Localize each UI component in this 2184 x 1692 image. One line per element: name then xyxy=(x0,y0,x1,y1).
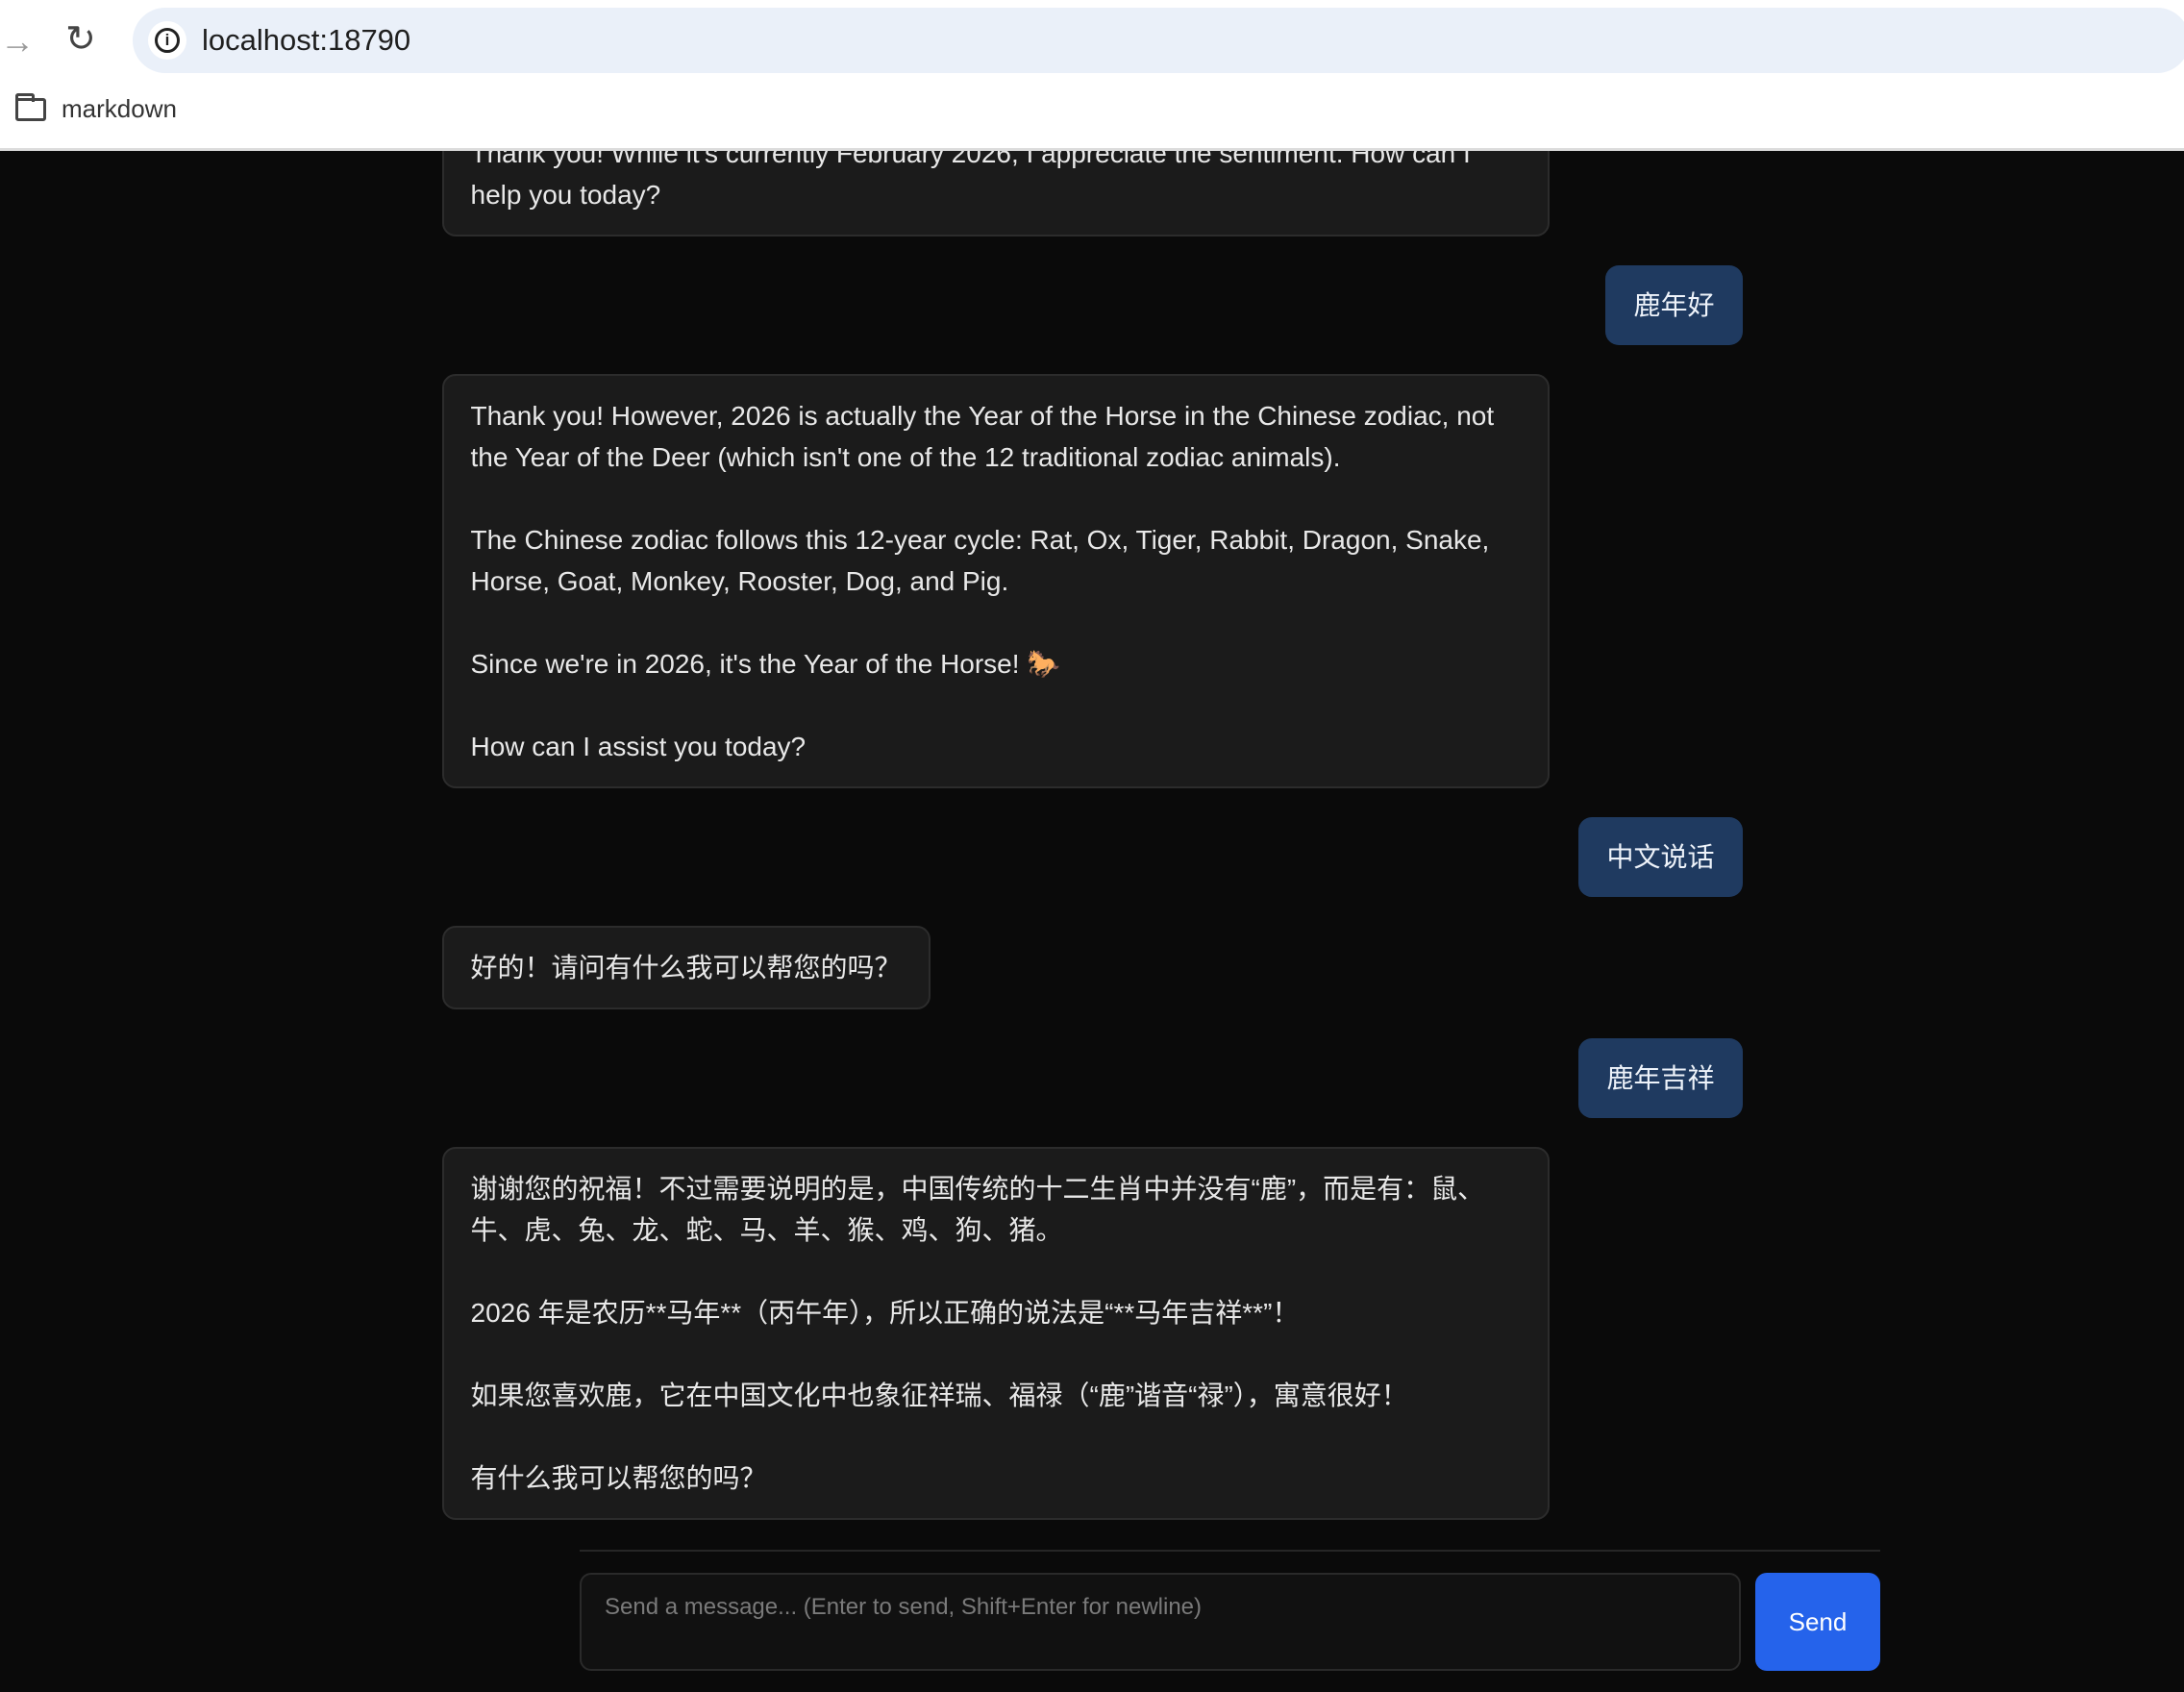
message-assistant: Thank you! While it's currently February… xyxy=(442,151,1743,236)
assistant-bubble: Thank you! While it's currently February… xyxy=(442,151,1550,236)
message-paragraph: How can I assist you today? xyxy=(471,726,1521,767)
message-assistant: Thank you! However, 2026 is actually the… xyxy=(442,374,1743,788)
message-input[interactable] xyxy=(580,1573,1741,1671)
message-paragraph: 有什么我可以帮您的吗？ xyxy=(471,1457,1521,1499)
user-bubble: 鹿年吉祥 xyxy=(1578,1038,1742,1118)
message-paragraph: 好的！请问有什么我可以帮您的吗？ xyxy=(471,947,902,988)
message-paragraph: 2026 年是农历**马年**（丙午年），所以正确的说法是“**马年吉祥**”！ xyxy=(471,1292,1521,1333)
message-user: 中文说话 xyxy=(442,817,1743,897)
message-user: 鹿年好 xyxy=(442,265,1743,345)
message-user: 鹿年吉祥 xyxy=(442,1038,1743,1118)
reload-icon[interactable]: ↻ xyxy=(65,17,96,61)
browser-toolbar: → ↻ i localhost:18790 markdown xyxy=(0,0,2184,151)
message-paragraph: Since we're in 2026, it's the Year of th… xyxy=(471,643,1521,684)
assistant-bubble: Thank you! However, 2026 is actually the… xyxy=(442,374,1550,788)
folder-icon xyxy=(15,98,46,121)
message-paragraph: 如果您喜欢鹿，它在中国文化中也象征祥瑞、福禄（“鹿”谐音“禄”），寓意很好！ xyxy=(471,1375,1521,1416)
url-text[interactable]: localhost:18790 xyxy=(202,23,410,58)
message-assistant: 谢谢您的祝福！不过需要说明的是，中国传统的十二生肖中并没有“鹿”，而是有：鼠、牛… xyxy=(442,1147,1743,1520)
bookmark-markdown[interactable]: markdown xyxy=(15,94,177,124)
address-bar[interactable]: i localhost:18790 xyxy=(133,8,2184,73)
message-paragraph: Thank you! However, 2026 is actually the… xyxy=(471,395,1521,478)
user-bubble: 中文说话 xyxy=(1578,817,1742,897)
message-paragraph: Thank you! While it's currently February… xyxy=(471,151,1521,215)
site-info-icon[interactable]: i xyxy=(148,21,186,60)
forward-icon[interactable]: → xyxy=(0,21,35,62)
message-assistant: 好的！请问有什么我可以帮您的吗？ xyxy=(442,926,1743,1009)
bookmark-label: markdown xyxy=(62,94,177,124)
assistant-bubble: 好的！请问有什么我可以帮您的吗？ xyxy=(442,926,931,1009)
user-bubble: 鹿年好 xyxy=(1605,265,1742,345)
message-paragraph: The Chinese zodiac follows this 12-year … xyxy=(471,519,1521,602)
composer-divider xyxy=(580,1550,1880,1552)
assistant-bubble: 谢谢您的祝福！不过需要说明的是，中国传统的十二生肖中并没有“鹿”，而是有：鼠、牛… xyxy=(442,1147,1550,1520)
message-paragraph: 谢谢您的祝福！不过需要说明的是，中国传统的十二生肖中并没有“鹿”，而是有：鼠、牛… xyxy=(471,1168,1521,1251)
message-list[interactable]: Thank you! While it's currently February… xyxy=(0,151,2184,1535)
send-button[interactable]: Send xyxy=(1755,1573,1880,1671)
